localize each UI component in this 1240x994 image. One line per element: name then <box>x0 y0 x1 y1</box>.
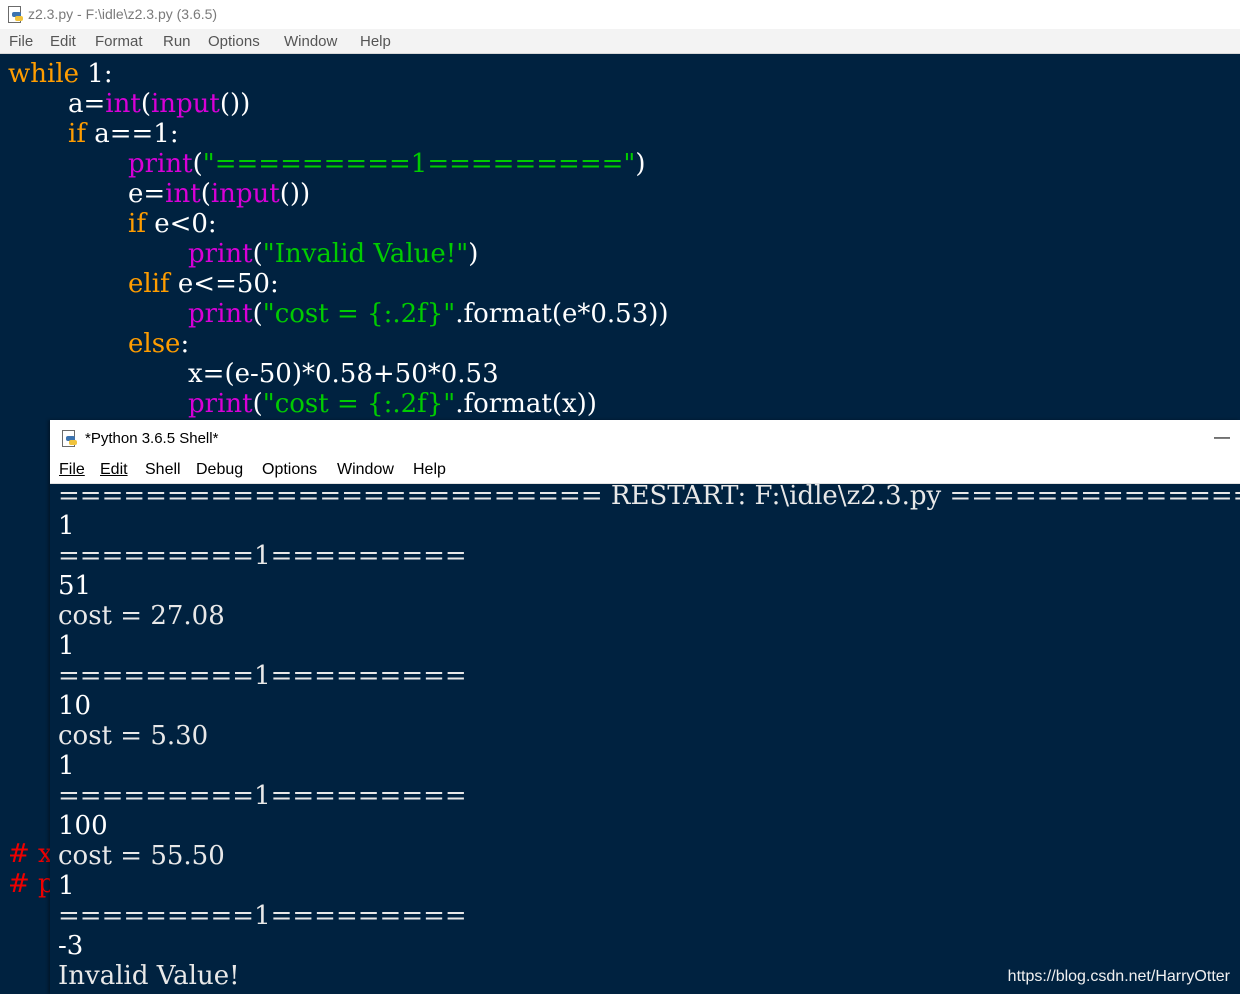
editor-menu-edit[interactable]: Edit <box>50 33 76 50</box>
shell-input-line: 1 <box>58 751 75 781</box>
shell-menu-help[interactable]: Help <box>413 461 446 479</box>
shell-input-line: 1 <box>58 511 75 541</box>
code-line: while 1: <box>8 59 113 89</box>
shell-output-line: cost = 27.08 <box>58 601 225 631</box>
code-line: print("=========1=========") <box>128 149 646 179</box>
shell-menu-edit[interactable]: Edit <box>100 461 128 479</box>
editor-menu-help[interactable]: Help <box>360 33 391 50</box>
editor-titlebar: z2.3.py - F:\idle\z2.3.py (3.6.5) <box>0 0 1240 29</box>
code-comment-partial: # x <box>8 839 53 869</box>
minimize-button[interactable]: — <box>1208 424 1236 452</box>
shell-menu-shell[interactable]: Shell <box>145 461 181 479</box>
editor-menu-run[interactable]: Run <box>163 33 191 50</box>
shell-menu-options[interactable]: Options <box>262 461 317 479</box>
shell-output-line: Invalid Value! <box>58 961 240 991</box>
shell-output-area[interactable]: ========================= RESTART: F:\id… <box>50 484 1240 994</box>
shell-window-title: *Python 3.6.5 Shell* <box>85 430 219 447</box>
python-shell-window: *Python 3.6.5 Shell* — File Edit Shell D… <box>50 420 1240 994</box>
code-comment-partial: # p <box>8 869 55 899</box>
editor-menu-options[interactable]: Options <box>208 33 260 50</box>
python-shell-icon <box>60 429 78 447</box>
editor-menu-format[interactable]: Format <box>95 33 143 50</box>
shell-menu-debug[interactable]: Debug <box>196 461 243 479</box>
shell-input-line: 10 <box>58 691 92 721</box>
shell-output-line: cost = 55.50 <box>58 841 225 871</box>
shell-output-line: =========1========= <box>58 781 467 811</box>
code-line: print("cost = {:.2f}".format(x)) <box>188 389 597 419</box>
shell-input-line: 1 <box>58 871 75 901</box>
shell-restart-line: ========================= RESTART: F:\id… <box>58 484 1240 511</box>
code-line: x=(e-50)*0.58+50*0.53 <box>188 359 499 389</box>
editor-window-title: z2.3.py - F:\idle\z2.3.py (3.6.5) <box>28 6 218 22</box>
shell-menu-file[interactable]: File <box>59 461 85 479</box>
shell-input-line: -3 <box>58 931 84 961</box>
shell-output-line: =========1========= <box>58 901 467 931</box>
code-line: elif e<=50: <box>128 269 279 299</box>
shell-output-line: cost = 5.30 <box>58 721 209 751</box>
shell-input-line: 100 <box>58 811 108 841</box>
editor-menu-file[interactable]: File <box>9 33 33 50</box>
editor-menubar: File Edit Format Run Options Window Help <box>0 29 1240 54</box>
code-line: e=int(input()) <box>128 179 311 209</box>
shell-menu-window[interactable]: Window <box>337 461 394 479</box>
editor-menu-window[interactable]: Window <box>284 33 337 50</box>
code-line: print("Invalid Value!") <box>188 239 479 269</box>
shell-input-line: 1 <box>58 631 75 661</box>
shell-output-line: =========1========= <box>58 661 467 691</box>
shell-output-line: =========1========= <box>58 541 467 571</box>
python-file-icon <box>6 5 24 23</box>
code-line: if a==1: <box>68 119 179 149</box>
code-line: if e<0: <box>128 209 217 239</box>
code-line: else: <box>128 329 190 359</box>
code-line: a=int(input()) <box>68 89 251 119</box>
shell-menubar: File Edit Shell Debug Options Window Hel… <box>50 457 1240 484</box>
code-line: print("cost = {:.2f}".format(e*0.53)) <box>188 299 669 329</box>
watermark-url: https://blog.csdn.net/HarryOtter <box>1007 968 1230 985</box>
shell-input-line: 51 <box>58 571 92 601</box>
shell-titlebar: *Python 3.6.5 Shell* — <box>50 420 1240 457</box>
